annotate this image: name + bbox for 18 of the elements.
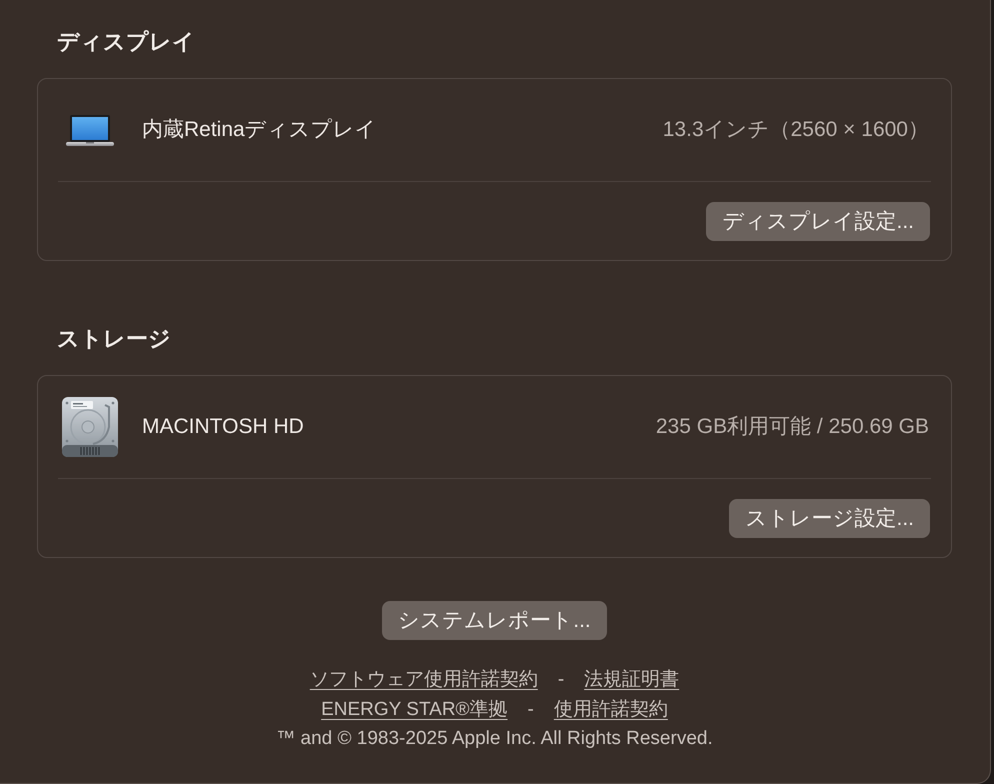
hard-drive-icon xyxy=(61,397,119,457)
device-detail: 13.3インチ（2560 × 1600） xyxy=(662,117,929,144)
legal-link[interactable]: 使用許諾契約 xyxy=(554,694,668,724)
system-report-button[interactable]: システムレポート... xyxy=(382,601,607,640)
legal-link[interactable]: 法規証明書 xyxy=(584,665,680,694)
settings-button[interactable]: ディスプレイ設定... xyxy=(706,202,930,241)
section-heading: ディスプレイ xyxy=(57,28,196,56)
link-separator: - xyxy=(528,698,534,722)
device-name: 内蔵Retinaディスプレイ xyxy=(142,117,377,144)
laptop-icon xyxy=(66,114,114,146)
settings-button[interactable]: ストレージ設定... xyxy=(729,499,930,538)
legal-link[interactable]: ソフトウェア使用許諾契約 xyxy=(310,665,538,694)
legal-link[interactable]: ENERGY STAR®準拠 xyxy=(321,694,508,724)
device-detail: 235 GB利用可能 / 250.69 GB xyxy=(656,414,929,440)
device-name: MACINTOSH HD xyxy=(142,414,304,440)
copyright-text: ™ and © 1983-2025 Apple Inc. All Rights Reserved. xyxy=(276,727,713,751)
section-heading: ストレージ xyxy=(57,325,172,353)
link-separator: - xyxy=(558,668,564,692)
